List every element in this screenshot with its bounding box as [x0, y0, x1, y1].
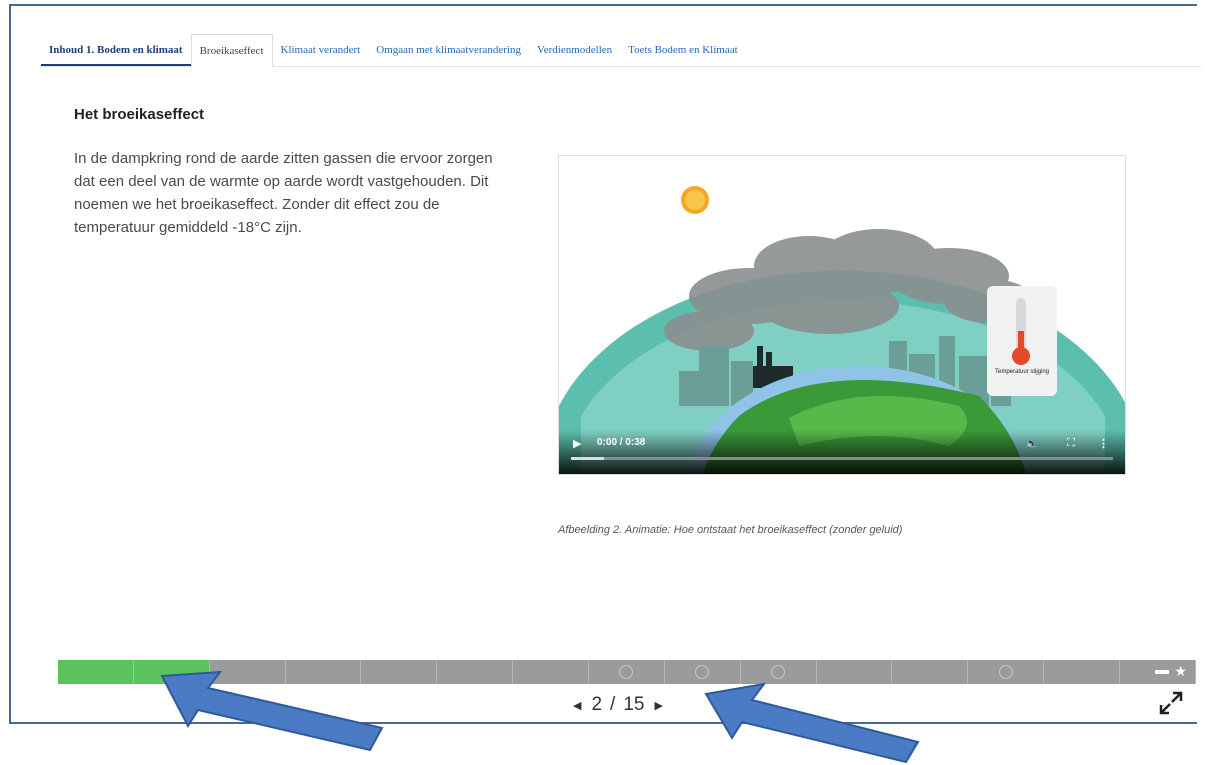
star-icon: ★: [1174, 663, 1187, 679]
thermometer-label: Temperatuur stijging: [994, 369, 1050, 375]
figure-caption: Afbeelding 2. Animatie: Hoe ontstaat het…: [558, 524, 903, 536]
annotation-arrow-progress: [160, 670, 384, 752]
progress-segment[interactable]: [58, 660, 134, 684]
progress-segment[interactable]: [513, 660, 590, 684]
caret-right-icon[interactable]: ▶: [644, 699, 672, 712]
video-time: 0:00 / 0:38: [597, 437, 646, 448]
annotation-arrow-next: [704, 682, 920, 764]
fullscreen-icon[interactable]: ⛶: [1067, 437, 1075, 450]
circle-icon: [998, 665, 1013, 679]
circle-icon: [695, 665, 710, 679]
pager: ◀ 2 / 15 ▶: [563, 694, 673, 716]
progress-segment[interactable]: [589, 660, 665, 684]
play-icon[interactable]: ▶: [573, 437, 581, 450]
video-seekbar-played: [571, 457, 604, 460]
pager-current: 2: [591, 694, 603, 715]
progress-segment[interactable]: [1044, 660, 1121, 684]
greenhouse-animation: [559, 156, 1125, 474]
progress-segment[interactable]: ★: [1120, 660, 1196, 684]
tab-verdienmodellen[interactable]: Verdienmodellen: [529, 34, 620, 66]
video-controls: ▶ 0:00 / 0:38 🔈 ⛶ ⋮: [559, 430, 1125, 474]
tab-klimaat-verandert[interactable]: Klimaat verandert: [273, 34, 369, 66]
pager-total: 15: [623, 694, 645, 715]
volume-icon[interactable]: 🔈: [1025, 437, 1039, 450]
video-player[interactable]: Broeikasgassen Temperatuur stijging ▶ 0:…: [558, 155, 1126, 475]
tab-toets-bodem-en-klimaat[interactable]: Toets Bodem en Klimaat: [620, 34, 746, 66]
circle-icon: [619, 665, 634, 679]
pager-separator: /: [610, 694, 616, 715]
circle-icon: [771, 665, 786, 679]
tab-bar: Inhoud 1. Bodem en klimaat Broeikaseffec…: [41, 26, 1201, 67]
tab-omgaan-met-klimaatverandering[interactable]: Omgaan met klimaatverandering: [368, 34, 529, 66]
caret-left-icon[interactable]: ◀: [563, 699, 591, 712]
body-text: In de dampkring rond de aarde zitten gas…: [74, 150, 493, 236]
more-vertical-icon[interactable]: ⋮: [1098, 437, 1109, 450]
atmosphere-label: Broeikasgassen: [795, 219, 860, 229]
video-seekbar[interactable]: [571, 457, 1113, 460]
page-title: Het broeikaseffect: [74, 106, 205, 123]
tab-inhoud[interactable]: Inhoud 1. Bodem en klimaat: [41, 34, 191, 66]
tab-broeikaseffect[interactable]: Broeikaseffect: [190, 34, 273, 67]
progress-segment[interactable]: [968, 660, 1045, 684]
expand-icon[interactable]: [1158, 690, 1184, 716]
dash-icon: [1154, 670, 1169, 674]
progress-segment[interactable]: [437, 660, 514, 684]
